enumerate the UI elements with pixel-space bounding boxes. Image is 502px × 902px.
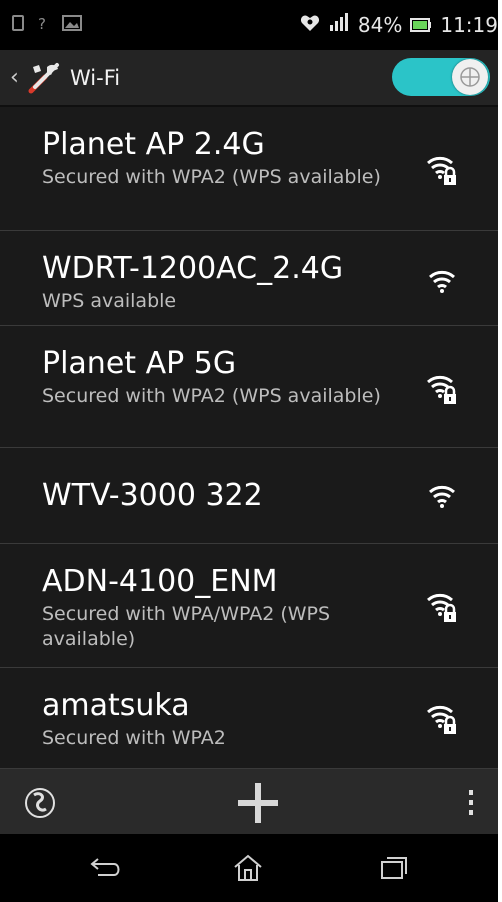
toggle-knob[interactable] <box>452 59 488 95</box>
network-item[interactable]: amatsuka Secured with WPA2 <box>0 668 498 768</box>
heart-shield-icon <box>300 13 320 37</box>
network-item[interactable]: Planet AP 2.4G Secured with WPA2 (WPS av… <box>0 107 498 231</box>
page-title: Wi-Fi <box>70 65 121 90</box>
phone-screen: ? 84% 11:19 ‹ Wi-Fi Planet AP 2.4G Secur… <box>0 0 498 902</box>
network-item[interactable]: WDRT-1200AC_2.4G WPS available <box>0 231 498 326</box>
add-network-icon[interactable] <box>234 779 282 827</box>
battery-percent: 84% <box>357 13 403 37</box>
back-icon[interactable] <box>86 848 126 888</box>
network-status: Secured with WPA/WPA2 (WPS available) <box>42 603 331 650</box>
home-icon[interactable] <box>228 848 268 888</box>
network-item[interactable]: WTV-3000 322 <box>0 448 498 544</box>
network-name: ADN-4100_ENM <box>42 564 278 599</box>
network-name: WDRT-1200AC_2.4G <box>42 251 344 286</box>
network-list: Planet AP 2.4G Secured with WPA2 (WPS av… <box>0 107 498 768</box>
network-name: Planet AP 5G <box>42 346 237 381</box>
wifi-locked-icon <box>427 593 456 622</box>
up-chevron-icon[interactable]: ‹ <box>10 65 22 90</box>
network-name: Planet AP 2.4G <box>42 127 265 162</box>
bottom-toolbar <box>0 768 498 835</box>
recents-icon[interactable] <box>374 848 414 888</box>
clock: 11:19 <box>440 13 498 37</box>
network-item[interactable]: Planet AP 5G Secured with WPA2 (WPS avai… <box>0 326 498 448</box>
action-bar: ‹ Wi-Fi <box>0 50 498 107</box>
overflow-menu-icon[interactable] <box>456 783 486 823</box>
settings-tools-icon[interactable] <box>26 60 62 96</box>
wps-icon[interactable] <box>20 783 60 823</box>
network-item[interactable]: ADN-4100_ENM Secured with WPA/WPA2 (WPS … <box>0 544 498 668</box>
network-status: WPS available <box>42 290 177 312</box>
wifi-locked-icon <box>427 705 456 734</box>
wifi-icon <box>429 485 455 508</box>
battery-icon <box>410 13 432 37</box>
image-notification-icon <box>62 15 82 35</box>
network-status: Secured with WPA2 (WPS available) <box>42 166 381 188</box>
navigation-bar <box>0 834 498 902</box>
signal-icon <box>328 12 350 38</box>
network-name: WTV-3000 322 <box>42 478 263 513</box>
wifi-locked-icon <box>427 156 456 185</box>
notification-icon <box>12 15 24 35</box>
network-name: amatsuka <box>42 688 190 723</box>
unknown-question-icon: ? <box>36 15 50 35</box>
wifi-locked-icon <box>427 375 456 404</box>
svg-text:?: ? <box>38 15 46 31</box>
status-bar: ? 84% 11:19 <box>0 0 498 50</box>
wifi-icon <box>429 270 455 293</box>
network-status: Secured with WPA2 (WPS available) <box>42 385 381 407</box>
wifi-toggle[interactable] <box>392 58 490 96</box>
network-status: Secured with WPA2 <box>42 727 226 749</box>
